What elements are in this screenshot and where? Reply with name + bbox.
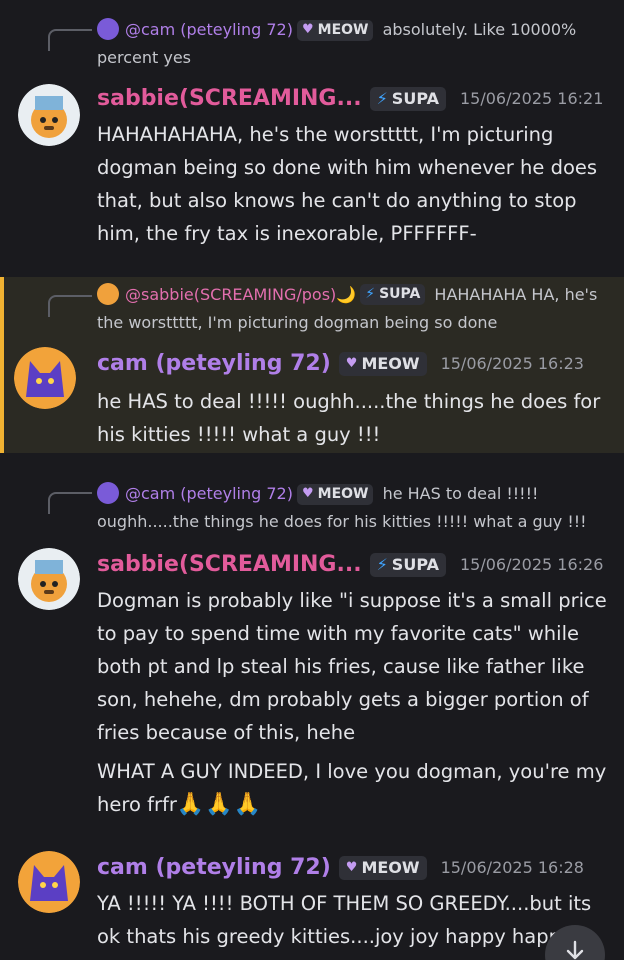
avatar[interactable]: [14, 347, 76, 409]
reply-mention[interactable]: @sabbie(SCREAMING/pos)🌙: [125, 285, 356, 304]
role-badge: ♥ MEOW: [338, 855, 427, 880]
reply-avatar: [97, 18, 119, 40]
username[interactable]: sabbie(SCREAMING...: [97, 86, 362, 111]
timestamp: 15/06/2025 16:21: [459, 89, 604, 108]
heart-icon: ♥: [345, 860, 358, 875]
lightning-icon: ⚡: [376, 555, 388, 574]
reply-connector: [48, 295, 92, 317]
role-badge: ♥ MEOW: [338, 351, 427, 376]
heart-icon: ♥: [345, 356, 358, 371]
role-badge: ♥ MEOW: [296, 19, 374, 41]
reply-connector: [48, 29, 92, 51]
avatar[interactable]: [18, 84, 80, 146]
reply-connector: [48, 492, 92, 514]
arrow-down-icon: [566, 940, 584, 960]
reply-mention[interactable]: @cam (peteyling 72): [125, 20, 293, 39]
message-text: YA !!!!! YA !!!! BOTH OF THEM SO GREEDY.…: [97, 892, 592, 948]
role-badge: ⚡ SUPA: [369, 552, 446, 577]
timestamp: 15/06/2025 16:23: [440, 354, 584, 373]
message-text: he HAS to deal !!!!! oughh.....the thing…: [97, 390, 601, 446]
message-header: cam (peteyling 72) ♥ MEOW 15/06/2025 16:23: [97, 351, 614, 383]
message: @cam (peteyling 72) ♥ MEOW he HAS to deal …: [0, 470, 624, 830]
role-badge: ⚡ SUPA: [369, 86, 446, 111]
role-badge: ♥ MEOW: [296, 483, 374, 505]
reply-preview[interactable]: @cam (peteyling 72) ♥ MEOW absolutely. Lik…: [97, 16, 604, 72]
reply-mention[interactable]: @cam (peteyling 72): [125, 484, 293, 503]
lightning-icon: ⚡: [376, 89, 388, 108]
reply-avatar: [97, 482, 119, 504]
lightning-icon: ⚡: [365, 286, 376, 302]
username[interactable]: sabbie(SCREAMING...: [97, 552, 362, 577]
heart-icon: ♥: [301, 22, 314, 37]
message-header: cam (peteyling 72) ♥ MEOW 15/06/2025 16:28: [97, 855, 614, 887]
reply-preview[interactable]: @cam (peteyling 72) ♥ MEOW he HAS to deal …: [97, 480, 604, 536]
message-header: sabbie(SCREAMING... ⚡ SUPA 15/06/2025 16:26: [97, 552, 614, 584]
message: @cam (peteyling 72) ♥ MEOW absolutely. Lik…: [0, 0, 624, 262]
reply-avatar: [97, 283, 119, 305]
message-header: sabbie(SCREAMING... ⚡ SUPA 15/06/2025 16:21: [97, 86, 614, 118]
folded-hands-emoji: 🙏🙏🙏: [176, 792, 263, 817]
avatar[interactable]: [18, 548, 80, 610]
message-text: Dogman is probably like "i suppose it's …: [97, 589, 607, 817]
avatar[interactable]: [18, 851, 80, 913]
timestamp: 15/06/2025 16:28: [440, 858, 584, 877]
message: cam (peteyling 72) ♥ MEOW 15/06/2025 16:28 …: [0, 845, 624, 960]
username[interactable]: cam (peteyling 72): [97, 351, 331, 376]
message-text: HAHAHAHAHA, he's the worsttttt, I'm pict…: [97, 123, 598, 245]
role-badge: ⚡ SUPA: [360, 283, 426, 305]
reply-preview[interactable]: @sabbie(SCREAMING/pos)🌙 ⚡ SUPA HAHAHAHA HA…: [97, 281, 604, 337]
message-highlighted: @sabbie(SCREAMING/pos)🌙 ⚡ SUPA HAHAHAHA HA…: [0, 277, 624, 453]
heart-icon: ♥: [301, 486, 314, 501]
username[interactable]: cam (peteyling 72): [97, 855, 331, 880]
timestamp: 15/06/2025 16:26: [459, 555, 604, 574]
